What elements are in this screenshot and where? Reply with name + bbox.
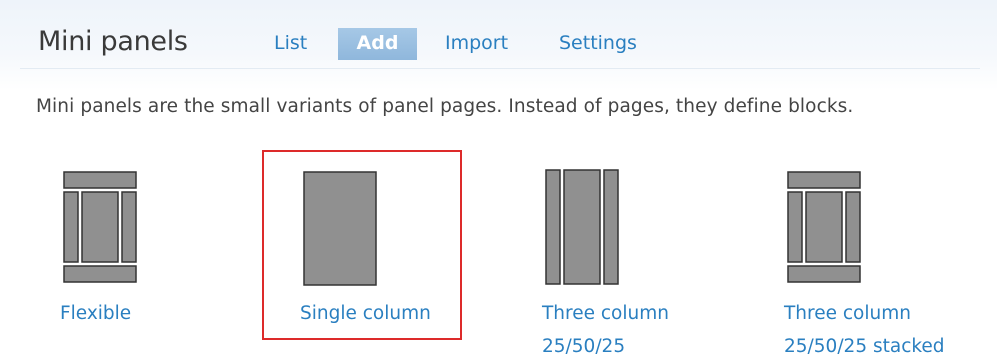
layout-label-three-column-stacked-line1[interactable]: Three column [784,298,911,330]
tab-settings[interactable]: Settings [559,28,637,60]
layout-option-three-column[interactable]: Three column 25/50/25 [524,150,734,357]
page-description: Mini panels are the small variants of pa… [36,96,854,117]
three-column-layout-icon [545,169,619,285]
selected-layout-highlight [262,150,462,340]
layout-label-three-column-stacked-line2[interactable]: 25/50/25 stacked [784,331,945,363]
flexible-layout-icon [63,171,137,283]
tab-list[interactable]: List [274,28,307,60]
header-divider [20,68,980,69]
layout-label-three-column-line2[interactable]: 25/50/25 [542,331,625,363]
layout-option-three-column-stacked[interactable]: Three column 25/50/25 stacked [766,150,976,357]
page-title: Mini panels [38,26,188,57]
tab-import[interactable]: Import [445,28,508,60]
layout-option-flexible[interactable]: Flexible [40,150,250,350]
tab-add[interactable]: Add [338,28,417,60]
three-column-stacked-layout-icon [787,171,861,283]
layout-label-flexible[interactable]: Flexible [60,298,131,330]
layout-label-three-column-line1[interactable]: Three column [542,298,669,330]
